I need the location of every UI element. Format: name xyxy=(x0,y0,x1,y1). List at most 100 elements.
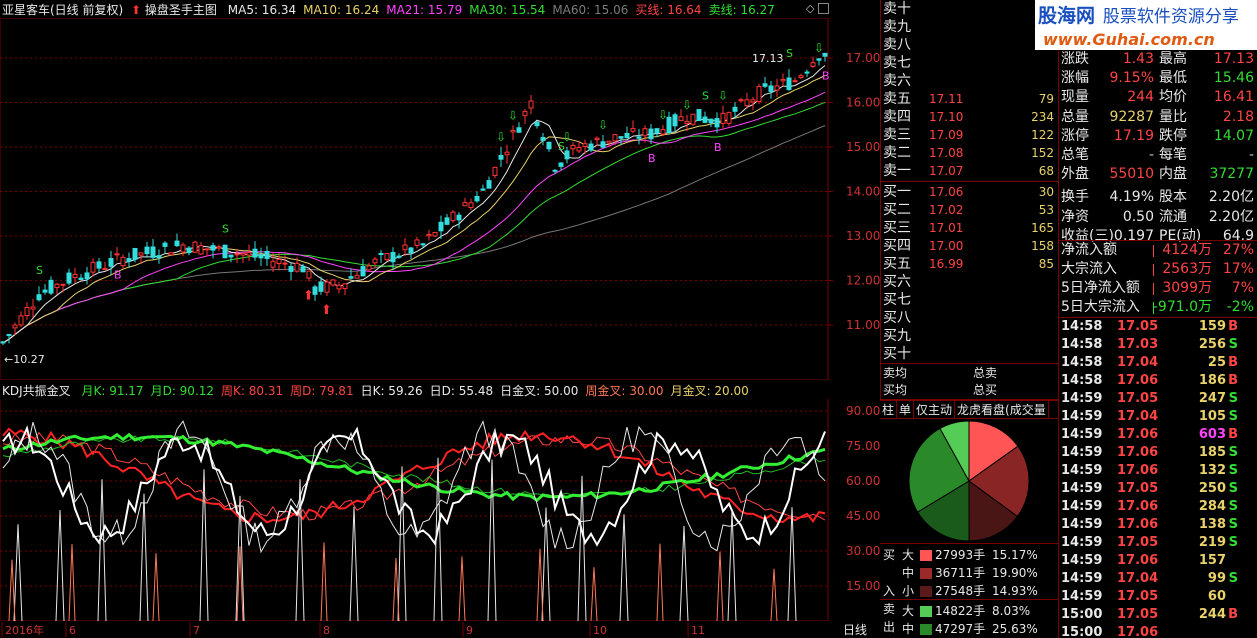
logo-url: www.Guhai.com.cn xyxy=(1043,30,1215,49)
level-price: 17.06 xyxy=(929,185,964,199)
flow-percent: 17% xyxy=(1222,261,1254,277)
order-level-row[interactable]: 卖四 17.10 234 xyxy=(881,108,1058,126)
size-percent: 8.03% xyxy=(992,604,1031,618)
tick-volume: 99 xyxy=(1207,571,1226,586)
tab-2[interactable]: 仅主动 xyxy=(914,401,956,418)
fund-flow-row: 5日大宗流入 -971.0万 -2% xyxy=(1059,298,1257,317)
quote-label: 跌停 xyxy=(1159,127,1187,144)
stock-title[interactable]: 亚星客车(日线 前复权) xyxy=(2,3,123,17)
order-level-row[interactable]: 卖九 xyxy=(881,18,1058,36)
tick-row: 14:59 17.05 247 S xyxy=(1059,390,1257,408)
tick-side: S xyxy=(1228,535,1238,550)
level-volume: 122 xyxy=(1031,128,1054,142)
tick-volume: 256 xyxy=(1198,337,1226,352)
tab-3[interactable]: 龙虎看盘(成交量 xyxy=(955,401,1049,418)
down-arrow-icon: ⇩ xyxy=(718,88,728,102)
candle-body xyxy=(612,134,618,142)
tab-0[interactable]: 柱 xyxy=(880,401,898,418)
logo-banner[interactable]: 股海网 股票软件资源分享 www.Guhai.com.cn xyxy=(1035,0,1257,50)
candle-body xyxy=(438,221,444,232)
buy-side-label: 买 入 xyxy=(883,548,896,598)
candle-body xyxy=(300,266,306,273)
down-arrow-icon: ⇩ xyxy=(658,108,668,122)
y-tick-label: 17.00 xyxy=(846,51,880,65)
order-level-row[interactable]: 买二 17.02 53 xyxy=(881,201,1058,219)
order-level-row[interactable]: 卖一 17.07 68 xyxy=(881,162,1058,180)
ma30-line xyxy=(2,101,826,344)
down-arrow-icon: ⇩ xyxy=(496,130,506,144)
candle-body xyxy=(372,258,378,264)
tick-volume: 138 xyxy=(1198,517,1226,532)
x-tick-label: 10 xyxy=(593,624,607,637)
order-level-row[interactable]: 卖二 17.08 152 xyxy=(881,144,1058,162)
quote-label: 外盘 xyxy=(1061,166,1089,183)
kdj-param: 日D: 55.48 xyxy=(429,384,494,398)
collapse-icon[interactable]: ◇ xyxy=(806,2,814,15)
order-level-row[interactable]: 买四 17.00 158 xyxy=(881,237,1058,255)
quote-value: 2.20亿 xyxy=(1208,208,1254,225)
candle-body xyxy=(336,284,342,290)
quote-value: 16.41 xyxy=(1213,89,1254,106)
order-level-row[interactable]: 买一 17.06 30 xyxy=(881,183,1058,201)
order-level-row[interactable]: 买五 16.99 85 xyxy=(881,255,1058,273)
order-level-row[interactable]: 卖三 17.09 122 xyxy=(881,126,1058,144)
candle-body xyxy=(408,247,414,254)
candle-body xyxy=(390,252,396,263)
level-volume: 68 xyxy=(1038,164,1054,178)
quote-value: 0.50 xyxy=(1122,208,1154,225)
close-icon[interactable] xyxy=(818,3,829,14)
kdj-param: 日金叉: 50.00 xyxy=(500,384,579,398)
order-level-row[interactable]: 买六 xyxy=(881,273,1058,291)
order-level-row[interactable]: 卖八 xyxy=(881,36,1058,54)
candle-body xyxy=(126,258,132,262)
quote-value: 244 xyxy=(1127,89,1154,106)
quote-row: 换手 4.19% 股本 2.20亿 xyxy=(1059,188,1257,207)
y-tick-label: 12.00 xyxy=(846,274,880,288)
candle-body xyxy=(210,245,216,251)
quote-row: 涨幅 9.15% 最低 15.46 xyxy=(1059,69,1257,88)
order-level-row[interactable]: 卖七 xyxy=(881,54,1058,72)
order-level-row[interactable]: 卖十 xyxy=(881,0,1058,18)
candle-body xyxy=(162,242,168,247)
tick-row: 14:59 17.06 603 B xyxy=(1059,426,1257,444)
candle-body xyxy=(624,132,630,139)
order-level-row[interactable]: 买十 xyxy=(881,345,1058,363)
quote-label: 现量 xyxy=(1061,89,1089,106)
order-level-row[interactable]: 买九 xyxy=(881,327,1058,345)
level-volume: 158 xyxy=(1031,239,1054,253)
buy-signal: B xyxy=(822,70,830,83)
tick-volume: 60 xyxy=(1207,589,1226,604)
tick-volume: 132 xyxy=(1198,463,1226,478)
flow-value: -971.0万 xyxy=(1152,299,1212,315)
order-level-row[interactable]: 卖六 xyxy=(881,72,1058,90)
ma-label: 买线: 16.64 xyxy=(635,3,702,17)
candle-body xyxy=(18,315,24,326)
x-tick-label: 8 xyxy=(323,624,330,637)
kdj-chart[interactable]: 90.00 75.00 60.00 45.00 30.00 15.00 xyxy=(0,399,880,621)
fund-flow-row: 5日净流入额 3099万 7% xyxy=(1059,279,1257,298)
candle-body xyxy=(450,211,456,222)
order-level-row[interactable]: 买八 xyxy=(881,309,1058,327)
flow-label: 净流入额 xyxy=(1061,242,1117,258)
kdj-title[interactable]: KDJ共振金叉 xyxy=(2,384,71,398)
size-percent: 14.93% xyxy=(992,584,1038,598)
quote-value: 2.20亿 xyxy=(1208,189,1254,206)
candle-body xyxy=(750,99,756,103)
tick-side: S xyxy=(1228,409,1238,424)
candlestick-chart[interactable]: 17.0016.0015.0014.0013.0012.0011.00SSSSS… xyxy=(0,18,880,380)
candle-body xyxy=(138,252,144,256)
period-label[interactable]: 日线 xyxy=(843,623,867,637)
order-level-row[interactable]: 买三 17.01 165 xyxy=(881,219,1058,237)
quote-value: - xyxy=(1148,147,1154,163)
size-label: 中 xyxy=(902,622,915,636)
order-level-row[interactable]: 卖五 17.11 79 xyxy=(881,90,1058,108)
fund-flow-row: 大宗流入 2563万 17% xyxy=(1059,260,1257,279)
level-label: 买九 xyxy=(883,328,911,344)
main-chart-name[interactable]: 操盘圣手主图 xyxy=(145,3,217,17)
candle-body xyxy=(156,255,162,259)
candle-body xyxy=(654,128,660,134)
tab-1[interactable]: 单 xyxy=(897,401,915,418)
candle-body xyxy=(360,266,366,277)
order-level-row[interactable]: 买七 xyxy=(881,291,1058,309)
candle-body xyxy=(726,112,732,124)
